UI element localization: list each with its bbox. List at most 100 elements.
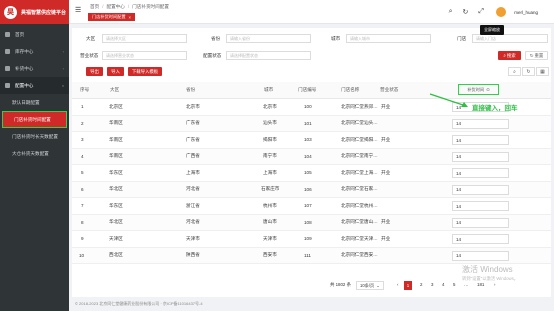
replenish-time-input[interactable]: 14 <box>452 201 509 211</box>
watermark-line2: 转到"设置"以激活 Windows。 <box>462 276 519 281</box>
search-button[interactable]: ⌕ 搜索 <box>498 51 521 60</box>
table-row: 7 华东区 浙江省 杭州市 107 北京同仁堂杭州… 14 <box>72 198 551 215</box>
reset-button[interactable]: ↻ 重置 <box>525 51 548 60</box>
table-row: 9 天津区 天津市 天津市 109 北京同仁堂天津… 开业 14 <box>72 231 551 248</box>
replenish-time-input[interactable]: 14 <box>452 168 509 178</box>
sidebar-sub-warehouse-days[interactable]: 大仓补货天数配置 <box>0 145 69 162</box>
search-icon: ⌕ <box>503 53 506 58</box>
replenish-icon <box>5 66 10 71</box>
province-input[interactable]: 请输入省份 <box>226 34 311 43</box>
cfg-status-select[interactable]: 请选择配置状态 <box>226 51 311 60</box>
annotation-arrow-icon <box>429 93 468 107</box>
table-row: 10 西北区 陕西省 西安市 111 北京同仁堂西安… 14 <box>72 247 551 264</box>
table-header: 序号 大区 省份 城市 门店编号 门店名称 营业状态 补货时间 ⊙ <box>72 82 551 99</box>
replenish-time-input[interactable]: 14 <box>452 184 509 195</box>
page-4[interactable]: 4 <box>442 282 444 287</box>
page-size-value: 10条/页 <box>360 282 375 288</box>
city-input[interactable]: 请输入城市 <box>346 34 431 43</box>
breadcrumb-item[interactable]: 首页 <box>90 4 99 10</box>
home-icon <box>5 32 10 37</box>
area-select[interactable]: 请选择大区 <box>102 34 187 43</box>
fullscreen-tooltip: 全屏缩放 <box>480 25 504 35</box>
footer: © 2018-2023 北京同仁堂健康药业股份有限公司 · 京ICP备11016… <box>75 301 203 306</box>
table-row: 2 华南区 广东省 汕头市 101 北京同仁堂汕头… 14 <box>72 115 551 132</box>
col-status: 营业状态 <box>380 87 399 92</box>
sidebar-sub-replenish-days[interactable]: 门店补货时长天数配置 <box>0 128 69 145</box>
sidebar-sub-default-date[interactable]: 默认日期配置 <box>0 94 69 111</box>
store-label: 门店 <box>457 36 467 41</box>
search-toggle-icon[interactable]: ⌕ <box>508 67 521 76</box>
export-button[interactable]: 导出 <box>86 67 103 76</box>
province-label: 省份 <box>211 36 221 41</box>
sidebar-item-replenish[interactable]: 补货中心 ‹ <box>0 60 69 77</box>
page-3[interactable]: 3 <box>431 282 433 287</box>
fullscreen-icon[interactable]: ⤢ <box>478 8 484 16</box>
sidebar-item-label: 补货中心 <box>15 65 34 71</box>
annotation-text: 直接键入，回车 <box>472 105 518 112</box>
table-row: 8 华北区 河北省 唐山市 108 北京同仁堂唐山… 开业 14 <box>72 214 551 231</box>
breadcrumb-item[interactable]: 配置中心 <box>106 4 124 10</box>
app-logo[interactable]: 昊 昊福智慧供应链平台 <box>0 0 69 24</box>
import-button[interactable]: 导入 <box>107 67 124 76</box>
replenish-time-input[interactable]: 14 <box>452 135 509 145</box>
page-last[interactable]: 181 <box>477 282 484 287</box>
page-1[interactable]: 1 <box>404 281 412 290</box>
username[interactable]: merl_huang <box>514 10 538 15</box>
store-input[interactable]: 请输入门店 <box>472 34 548 43</box>
inventory-icon <box>5 49 10 54</box>
replenish-time-input[interactable]: 14 <box>452 118 509 129</box>
sidebar-sub-replenish-time[interactable]: 门店补货时间配置 <box>2 111 67 128</box>
search-button-label: 搜索 <box>506 52 516 58</box>
chevron-right-icon: ‹ <box>62 49 64 54</box>
prev-page-button[interactable]: ‹ <box>397 282 398 287</box>
biz-status-label: 营业状态 <box>80 53 99 58</box>
biz-status-select[interactable]: 请选择营业状态 <box>102 51 187 60</box>
tab-replenish-time[interactable]: 门店补货时间配置 × <box>88 13 135 21</box>
col-area: 大区 <box>110 87 120 92</box>
table-body: 1 北京区 北京市 北京市 100 北京同仁堂燕郊… 开业 14 2 华南区 广… <box>72 99 551 264</box>
chevron-right-icon: ‹ <box>62 66 64 71</box>
table-row: 5 华东区 上海市 上海市 105 北京同仁堂上海… 开业 14 <box>72 165 551 182</box>
city-label: 城市 <box>331 36 341 41</box>
breadcrumb: 首页 / 配置中心 / 门店补货时间配置 <box>90 4 169 10</box>
cfg-status-label: 配置状态 <box>203 53 222 58</box>
refresh-icon: ↻ <box>529 52 534 58</box>
top-icons: ⌕ ↻ ⤢ <box>449 8 484 16</box>
sidebar-item-home[interactable]: 首页 <box>0 26 69 43</box>
page-5[interactable]: 5 <box>453 282 455 287</box>
sidebar-item-config[interactable]: 配置中心 v <box>0 77 69 94</box>
refresh-table-icon[interactable]: ↻ <box>522 67 535 76</box>
replenish-time-input[interactable]: 14 <box>452 234 509 244</box>
table-row: 4 华南区 广西省 南宁市 104 北京同仁堂南宁… 14 <box>72 148 551 165</box>
sidebar-item-inventory[interactable]: 库存中心 ‹ <box>0 43 69 60</box>
close-icon[interactable]: × <box>129 15 131 20</box>
col-no: 序号 <box>80 87 90 92</box>
sidebar: 昊 昊福智慧供应链平台 首页 库存中心 ‹ 补货中心 ‹ 配置中心 v 默认日期… <box>0 0 69 311</box>
breadcrumb-item: 门店补货时间配置 <box>132 4 169 9</box>
replenish-time-input[interactable]: 14 <box>452 151 509 162</box>
menu-toggle-icon[interactable]: ☰ <box>75 6 81 14</box>
app-title: 昊福智慧供应链平台 <box>21 9 67 16</box>
sidebar-item-label: 库存中心 <box>15 48 34 54</box>
col-name: 门店名称 <box>341 87 360 92</box>
page-ellipsis[interactable]: … <box>464 282 468 287</box>
page-size-select[interactable]: 10条/页 ⌄ <box>356 281 384 290</box>
tab-label: 门店补货时间配置 <box>92 14 126 19</box>
logo-icon: 昊 <box>4 5 17 19</box>
refresh-icon[interactable]: ↻ <box>463 8 469 16</box>
sidebar-item-label: 首页 <box>15 31 25 37</box>
replenish-time-input[interactable]: 14 <box>452 250 509 261</box>
watermark-line1: 激活 Windows <box>462 265 513 274</box>
avatar[interactable] <box>496 7 506 17</box>
next-page-button[interactable]: › <box>494 282 495 287</box>
info-icon: ⊙ <box>486 87 490 92</box>
download-template-button[interactable]: 下载导入模板 <box>128 67 162 76</box>
windows-activation-watermark: 激活 Windows 转到"设置"以激活 Windows。 <box>462 264 518 282</box>
reset-button-label: 重置 <box>534 52 544 58</box>
columns-icon[interactable]: ▦ <box>536 67 549 76</box>
chevron-down-icon: v <box>62 83 64 88</box>
replenish-time-input[interactable]: 14 <box>452 217 509 228</box>
page-2[interactable]: 2 <box>420 282 422 287</box>
search-icon[interactable]: ⌕ <box>449 8 453 16</box>
col-city: 城市 <box>264 87 274 92</box>
